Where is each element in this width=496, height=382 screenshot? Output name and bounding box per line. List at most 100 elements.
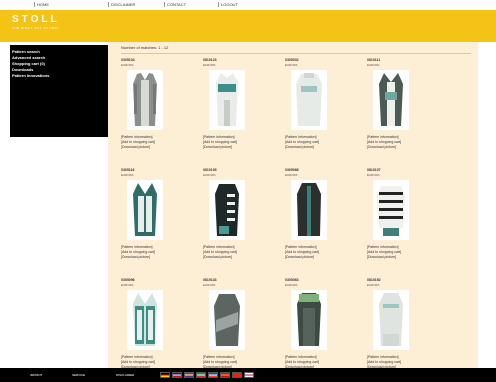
sidebar-item-pattern-innovations[interactable]: Pattern Innovations — [12, 73, 106, 79]
download-picture-link[interactable]: [Download picture] — [121, 255, 150, 259]
footer-bar: IMPRINT SERVICE DISCLAIMER — [0, 368, 496, 382]
japanese-flag-icon[interactable] — [244, 372, 254, 378]
us-flag-icon[interactable] — [184, 372, 194, 378]
pattern-region: EUROPA — [285, 283, 298, 287]
add-to-cart-link[interactable]: [Add to shopping cart] — [367, 140, 401, 144]
garment-image[interactable] — [373, 70, 409, 130]
italian-flag-icon[interactable] — [196, 372, 206, 378]
pattern-information-link[interactable]: [Pattern information] — [367, 135, 399, 139]
pattern-id: 0305116 — [121, 168, 135, 172]
top-navigation: HOME DISCLAIMER CONTACT LOGOUT — [0, 0, 496, 10]
add-to-cart-link[interactable]: [Add to shopping cart] — [285, 360, 319, 364]
pattern-information-link[interactable]: [Pattern information] — [367, 245, 399, 249]
download-picture-link[interactable]: [Download picture] — [367, 255, 396, 259]
download-picture-link[interactable]: [Download picture] — [285, 255, 314, 259]
pattern-region: EUROPA — [285, 63, 298, 67]
pattern-id: 0305063 — [285, 278, 299, 282]
brand-tagline: THE RIGHT WAY TO KNIT — [12, 26, 59, 30]
add-to-cart-link[interactable]: [Add to shopping cart] — [203, 360, 237, 364]
pattern-information-link[interactable]: [Pattern information] — [285, 245, 317, 249]
garment-image[interactable] — [291, 70, 327, 130]
stoll-logo[interactable]: STOLL — [12, 14, 60, 25]
garment-image[interactable] — [127, 180, 163, 240]
add-to-cart-link[interactable]: [Add to shopping cart] — [121, 140, 155, 144]
add-to-cart-link[interactable]: [Add to shopping cart] — [203, 140, 237, 144]
pattern-id: 0305068 — [285, 168, 299, 172]
download-picture-link[interactable]: [Download picture] — [367, 145, 396, 149]
pattern-region: EUROPA — [203, 283, 216, 287]
nav-home-link[interactable]: HOME — [34, 2, 49, 7]
german-flag-icon[interactable] — [160, 372, 170, 378]
garment-image[interactable] — [291, 180, 327, 240]
pattern-region: EUROPA — [367, 173, 380, 177]
pattern-id: 0810111 — [367, 58, 381, 62]
pattern-information-link[interactable]: [Pattern information] — [121, 245, 153, 249]
garment-image[interactable] — [373, 180, 409, 240]
add-to-cart-link[interactable]: [Add to shopping cart] — [285, 140, 319, 144]
download-picture-link[interactable]: [Download picture] — [121, 145, 150, 149]
garment-image[interactable] — [209, 180, 245, 240]
download-picture-link[interactable]: [Download picture] — [285, 145, 314, 149]
pattern-id: 0305032 — [285, 58, 299, 62]
pattern-card: 0305068 EUROPA [Pattern information] [Ad… — [285, 168, 363, 270]
pattern-information-link[interactable]: [Pattern information] — [285, 355, 317, 359]
pattern-region: EUROPA — [367, 283, 380, 287]
footer-imprint-link[interactable]: IMPRINT — [30, 373, 42, 377]
pattern-region: EUROPA — [285, 173, 298, 177]
pattern-region: EUROPA — [203, 63, 216, 67]
pattern-card: 0810105 EUROPA [Pattern information] [Ad… — [203, 168, 281, 270]
spanish-flag-icon[interactable] — [220, 372, 230, 378]
pattern-information-link[interactable]: [Pattern information] — [203, 135, 235, 139]
nav-logout-link[interactable]: LOGOUT — [218, 2, 238, 7]
pattern-id: 0305104 — [121, 58, 135, 62]
uk-flag-icon[interactable] — [172, 372, 182, 378]
garment-image[interactable] — [209, 70, 245, 130]
garment-image[interactable] — [127, 290, 163, 350]
pattern-region: EUROPA — [121, 63, 134, 67]
header-banner — [0, 10, 496, 42]
pattern-id: 0305096 — [121, 278, 135, 282]
pattern-information-link[interactable]: [Pattern information] — [121, 355, 153, 359]
pattern-id: 0810133 — [203, 278, 217, 282]
garment-image[interactable] — [373, 290, 409, 350]
pattern-region: EUROPA — [203, 173, 216, 177]
pattern-information-link[interactable]: [Pattern information] — [203, 355, 235, 359]
download-picture-link[interactable]: [Download picture] — [203, 255, 232, 259]
pattern-card: 0305096 EUROPA [Pattern information] [Ad… — [121, 278, 199, 380]
add-to-cart-link[interactable]: [Add to shopping cart] — [203, 250, 237, 254]
pattern-information-link[interactable]: [Pattern information] — [367, 355, 399, 359]
divider — [121, 53, 471, 54]
pattern-region: EUROPA — [121, 283, 134, 287]
pattern-information-link[interactable]: [Pattern information] — [121, 135, 153, 139]
footer-disclaimer-link[interactable]: DISCLAIMER — [116, 373, 134, 377]
add-to-cart-link[interactable]: [Add to shopping cart] — [285, 250, 319, 254]
pattern-card: 0810107 EUROPA [Pattern information] [Ad… — [367, 168, 445, 270]
pattern-region: EUROPA — [367, 63, 380, 67]
nav-contact-link[interactable]: CONTACT — [164, 2, 186, 7]
pattern-information-link[interactable]: [Pattern information] — [285, 135, 317, 139]
pattern-card: 0305116 EUROPA [Pattern information] [Ad… — [121, 168, 199, 270]
footer-service-link[interactable]: SERVICE — [72, 373, 85, 377]
french-flag-icon[interactable] — [208, 372, 218, 378]
add-to-cart-link[interactable]: [Add to shopping cart] — [367, 360, 401, 364]
pattern-information-link[interactable]: [Pattern information] — [203, 245, 235, 249]
nav-disclaimer-link[interactable]: DISCLAIMER — [108, 2, 135, 7]
pattern-card: 0305063 EUROPA [Pattern information] [Ad… — [285, 278, 363, 380]
download-picture-link[interactable]: [Download picture] — [203, 145, 232, 149]
add-to-cart-link[interactable]: [Add to shopping cart] — [367, 250, 401, 254]
garment-image[interactable] — [291, 290, 327, 350]
garment-image[interactable] — [209, 290, 245, 350]
add-to-cart-link[interactable]: [Add to shopping cart] — [121, 250, 155, 254]
pattern-id: 0810107 — [367, 168, 381, 172]
chinese-flag-icon[interactable] — [232, 372, 242, 378]
pattern-card: 0810152 EUROPA [Pattern information] [Ad… — [367, 278, 445, 380]
garment-image[interactable] — [127, 70, 163, 130]
pattern-card: 0305032 EUROPA [Pattern information] [Ad… — [285, 58, 363, 160]
add-to-cart-link[interactable]: [Add to shopping cart] — [121, 360, 155, 364]
pattern-id: 0810123 — [203, 58, 217, 62]
pattern-card: 0810133 EUROPA [Pattern information] [Ad… — [203, 278, 281, 380]
pattern-id: 0810152 — [367, 278, 381, 282]
pattern-card: 0810123 EUROPA [Pattern information] [Ad… — [203, 58, 281, 160]
pattern-card: 0305104 EUROPA [Pattern information] [Ad… — [121, 58, 199, 160]
match-count: Number of matches: 1 - 12 — [121, 45, 169, 50]
